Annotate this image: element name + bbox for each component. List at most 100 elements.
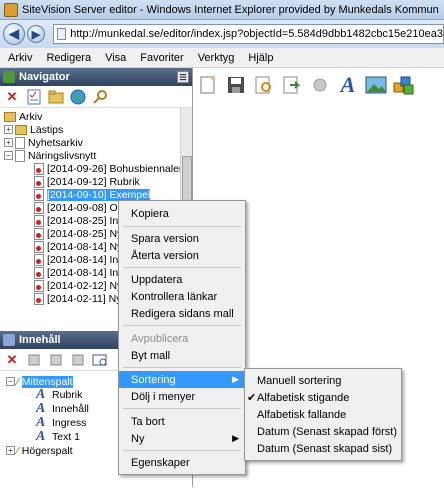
- sort-option-datum-forst[interactable]: Datum (Senast skapad först): [245, 423, 401, 440]
- unpublished-page-icon: [34, 175, 44, 188]
- menu-item-egenskaper[interactable]: Egenskaper: [119, 454, 245, 471]
- tree-item[interactable]: − Näringslivsnytt: [4, 149, 96, 162]
- menu-item-redigera-mall[interactable]: Redigera sidans mall: [119, 305, 245, 322]
- menu-item-ny[interactable]: Ny ▶: [119, 430, 245, 447]
- tree-item[interactable]: A Innehåll: [36, 401, 89, 416]
- navigator-header: Navigator ☰: [0, 68, 192, 86]
- collapse-icon[interactable]: −: [6, 377, 15, 386]
- paste-icon[interactable]: [48, 352, 64, 368]
- tree-item[interactable]: [2014-09-08] Or: [34, 201, 121, 214]
- window-titlebar: SiteVision Server editor - Windows Inter…: [0, 0, 444, 20]
- sort-submenu: Manuell sortering ✔ Alfabetisk stigande A…: [244, 368, 402, 461]
- sort-option-alfabetisk-fallande[interactable]: Alfabetisk fallande: [245, 406, 401, 423]
- page-icon: [15, 149, 25, 162]
- menu-separator: [123, 267, 241, 268]
- globe-icon[interactable]: [70, 89, 86, 105]
- url-text: http://munkedal.se/editor/index.jsp?obje…: [70, 28, 443, 40]
- collapse-icon[interactable]: −: [4, 151, 13, 160]
- menu-item-aterta-version[interactable]: Återta version: [119, 247, 245, 264]
- page-icon: [15, 136, 25, 149]
- search-icon[interactable]: [92, 89, 108, 105]
- tree-item[interactable]: A Rubrik: [36, 387, 82, 402]
- sort-option-manuell[interactable]: Manuell sortering: [245, 372, 401, 389]
- text-A-icon[interactable]: A: [336, 72, 360, 97]
- menu-favoriter[interactable]: Favoriter: [140, 52, 183, 64]
- expand-icon[interactable]: +: [4, 125, 13, 134]
- unpublished-page-icon: [34, 253, 44, 266]
- unpublished-page-icon: [34, 227, 44, 240]
- url-field[interactable]: http://munkedal.se/editor/index.jsp?obje…: [53, 24, 444, 44]
- tree-item[interactable]: A Text 1: [36, 428, 80, 444]
- expand-icon[interactable]: +: [6, 446, 15, 455]
- unpublished-page-icon: [34, 279, 44, 292]
- submenu-arrow-icon: ▶: [232, 433, 239, 443]
- export-icon[interactable]: [280, 73, 304, 97]
- menu-redigera[interactable]: Redigera: [46, 52, 91, 64]
- tree-item[interactable]: [2014-09-26] Bohusbiennalen: [34, 162, 185, 175]
- delete-icon[interactable]: ✕: [4, 352, 20, 368]
- preview-icon[interactable]: [252, 73, 276, 97]
- back-arrow-icon[interactable]: ◀: [3, 23, 25, 45]
- tree-item[interactable]: [2014-09-12] Rubrik: [34, 175, 140, 188]
- tree-item[interactable]: A Ingress: [36, 415, 86, 430]
- menu-visa[interactable]: Visa: [105, 52, 126, 64]
- tree-item[interactable]: + Nyhetsarkiv: [4, 136, 83, 149]
- menu-item-kopiera[interactable]: Kopiera: [119, 205, 245, 222]
- content-icon: [3, 334, 15, 346]
- context-menu: Kopiera Spara version Återta version Upp…: [118, 200, 246, 475]
- column-icon: ⁄: [17, 444, 19, 457]
- tree-item[interactable]: Arkiv: [4, 110, 42, 123]
- checklist-icon[interactable]: [26, 89, 42, 105]
- image-icon[interactable]: [364, 73, 388, 97]
- menu-separator: [123, 367, 241, 368]
- menu-item-sortering[interactable]: Sortering ▶: [119, 371, 245, 388]
- copy-icon[interactable]: [26, 352, 42, 368]
- menu-item-spara-version[interactable]: Spara version: [119, 230, 245, 247]
- expand-icon[interactable]: +: [4, 138, 13, 147]
- menu-item-dolj-i-menyer[interactable]: Dölj i menyer: [119, 388, 245, 405]
- save-icon[interactable]: [224, 73, 248, 97]
- unpublished-page-icon: [34, 292, 44, 305]
- menu-item-kontrollera-lankar[interactable]: Kontrollera länkar: [119, 288, 245, 305]
- tree-item[interactable]: + Lästips: [4, 123, 63, 136]
- list-toggle-icon[interactable]: ☰: [177, 71, 189, 83]
- unpublished-page-icon: [34, 201, 44, 214]
- menu-item-byt-mall[interactable]: Byt mall: [119, 347, 245, 364]
- column-icon: ⁄: [17, 375, 19, 388]
- navigator-toolbar: ✕: [0, 86, 192, 108]
- menu-verktyg[interactable]: Verktyg: [198, 52, 235, 64]
- text-A-icon: A: [36, 428, 46, 444]
- unpublished-page-icon: [34, 188, 44, 201]
- tree-item[interactable]: [2014-02-12] Ny: [34, 279, 122, 292]
- address-bar: ◀ ▶ http://munkedal.se/editor/index.jsp?…: [0, 20, 444, 48]
- menu-item-avpublicera: Avpublicera: [131, 332, 189, 345]
- menu-item-uppdatera[interactable]: Uppdatera: [119, 271, 245, 288]
- tree-item[interactable]: [2014-08-25] Ny: [34, 227, 122, 240]
- unpublished-page-icon: [34, 162, 44, 175]
- menu-separator: [123, 408, 241, 409]
- navigator-icon: [3, 71, 15, 83]
- navigator-title: Navigator: [19, 71, 70, 83]
- move-icon[interactable]: [70, 352, 86, 368]
- delete-icon[interactable]: ✕: [4, 89, 20, 105]
- tree-item[interactable]: [2014-08-14] Inl: [34, 266, 121, 279]
- tree-item[interactable]: [2014-08-14] Inl: [34, 253, 121, 266]
- menu-separator: [123, 325, 241, 326]
- sort-option-alfabetisk-stigande[interactable]: ✔ Alfabetisk stigande: [245, 389, 401, 406]
- menu-item-ta-bort[interactable]: Ta bort: [119, 413, 245, 430]
- tree-item[interactable]: [2014-08-14] Ny: [34, 240, 122, 253]
- modules-icon[interactable]: [392, 73, 416, 97]
- tree-item[interactable]: [2014-02-11] Ny: [34, 292, 122, 305]
- menu-arkiv[interactable]: Arkiv: [8, 52, 32, 64]
- properties-icon[interactable]: [92, 352, 108, 368]
- sort-option-datum-sist[interactable]: Datum (Senast skapad sist): [245, 440, 401, 457]
- menu-hjalp[interactable]: Hjälp: [248, 52, 273, 64]
- forward-arrow-icon[interactable]: ▶: [27, 25, 45, 43]
- new-page-icon[interactable]: [196, 73, 220, 97]
- tree-item[interactable]: + ⁄ Högerspalt: [6, 444, 73, 457]
- tree-item[interactable]: [2014-08-25] Inl: [34, 214, 121, 227]
- folder-icon[interactable]: [48, 89, 64, 105]
- folder-icon: [4, 111, 16, 122]
- unpublished-page-icon: [34, 240, 44, 253]
- checkmark-icon: ✔: [247, 392, 257, 404]
